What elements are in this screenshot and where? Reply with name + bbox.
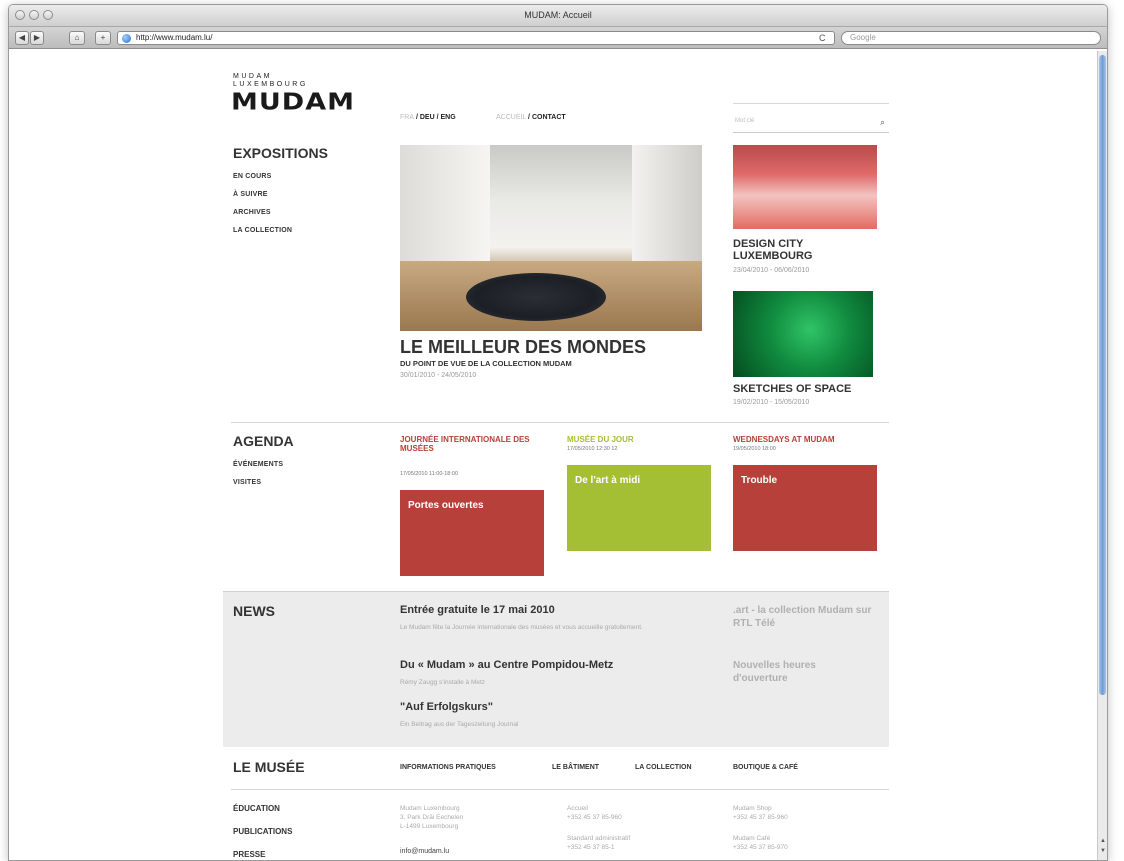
news-item-text: Ein Beitrag aus der Tageszeitung Journal: [400, 721, 519, 728]
standard-label: Standard administratif: [567, 835, 631, 842]
title-bar: MUDAM: Accueil: [9, 5, 1107, 27]
featured-title[interactable]: LE MEILLEUR DES MONDES: [400, 337, 646, 358]
news-side-link[interactable]: .art - la collection Mudam sur RTL Télé: [733, 604, 873, 630]
address-bar[interactable]: http://www.mudam.lu/: [117, 31, 835, 45]
page-content: MUDAM LUXEMBOURG MUDAM FRA / DEU / ENG A…: [9, 51, 1097, 860]
nav-evenements[interactable]: ÉVÉNEMENTS: [233, 461, 283, 468]
footer-divider: [231, 789, 889, 790]
nav-archives[interactable]: ARCHIVES: [233, 209, 271, 216]
presse-link[interactable]: PRESSE: [233, 850, 265, 859]
design-city-image[interactable]: [733, 145, 877, 229]
mudam-logo[interactable]: MUDAM: [231, 89, 355, 115]
lang-fra-link[interactable]: FRA: [400, 114, 414, 121]
featured-subtitle: DU POINT DE VUE DE LA COLLECTION MUDAM: [400, 359, 572, 368]
logo-text-mudam: MUDAM: [233, 73, 272, 80]
address-line: 3, Park Dräi Eechelen: [400, 814, 464, 821]
search-top-divider: [733, 103, 889, 104]
news-item-title[interactable]: "Auf Erfolgskurs": [400, 701, 493, 713]
top-nav: ACCUEIL / CONTACT: [496, 114, 566, 121]
browser-search-input[interactable]: Google: [841, 31, 1101, 45]
featured-dates: 30/01/2010 - 24/05/2010: [400, 372, 477, 379]
browser-toolbar: ◀ ▶ ⌂ + http://www.mudam.lu/ C Google: [9, 27, 1107, 49]
featured-image[interactable]: [400, 145, 702, 331]
home-button[interactable]: ⌂: [69, 31, 85, 45]
agenda-item-heading[interactable]: JOURNÉE INTERNATIONALE DES MUSÉES: [400, 435, 530, 453]
news-item-title[interactable]: Du « Mudam » au Centre Pompidou-Metz: [400, 659, 613, 671]
design-city-dates: 23/04/2010 - 06/06/2010: [733, 267, 810, 274]
section-divider: [231, 422, 889, 423]
accueil-phone: +352 45 37 85-960: [567, 814, 622, 821]
url-text: http://www.mudam.lu/: [136, 33, 213, 42]
globe-icon: [122, 34, 131, 43]
address-line: L-1499 Luxembourg: [400, 823, 459, 830]
news-item-text: Rémy Zaugg s'installe à Metz: [400, 679, 486, 686]
agenda-item-date: 17/05/2010 11:00-18:00: [400, 471, 459, 477]
contact-link[interactable]: CONTACT: [532, 114, 566, 121]
nav-a-suivre[interactable]: À SUIVRE: [233, 191, 268, 198]
shop-phone: +352 45 37 85-960: [733, 814, 788, 821]
forward-button[interactable]: ▶: [30, 31, 44, 45]
email-link[interactable]: info@mudam.lu: [400, 848, 449, 855]
search-icon[interactable]: ⌕: [880, 117, 885, 128]
sketches-of-space-image[interactable]: [733, 291, 873, 377]
address-line: Mudam Luxembourg: [400, 805, 460, 812]
scroll-down-icon[interactable]: ▼: [1099, 848, 1107, 856]
window-title: MUDAM: Accueil: [524, 10, 592, 20]
logo-text-luxembourg: LUXEMBOURG: [233, 81, 308, 88]
informations-pratiques-link[interactable]: INFORMATIONS PRATIQUES: [400, 764, 496, 771]
le-musee-title: LE MUSÉE: [233, 759, 305, 775]
nav-la-collection[interactable]: LA COLLECTION: [233, 227, 292, 234]
design-city-title[interactable]: DESIGN CITY LUXEMBOURG: [733, 238, 883, 262]
accueil-label: Accueil: [567, 805, 588, 812]
agenda-item-heading[interactable]: MUSÉE DU JOUR: [567, 435, 634, 444]
news-item-title[interactable]: Entrée gratuite le 17 mai 2010: [400, 604, 555, 616]
news-side-link[interactable]: Nouvelles heures d'ouverture: [733, 659, 873, 685]
agenda-title: AGENDA: [233, 433, 294, 449]
lang-eng-link[interactable]: ENG: [441, 114, 456, 121]
portes-ouvertes-card[interactable]: Portes ouvertes: [400, 490, 544, 576]
browser-search-placeholder: Google: [850, 33, 876, 42]
sketches-of-space-title[interactable]: SKETCHES OF SPACE: [733, 383, 851, 395]
lang-separator: /: [436, 114, 439, 121]
standard-phone: +352 45 37 85-1: [567, 844, 615, 851]
lang-deu-link[interactable]: DEU: [420, 114, 435, 121]
accueil-link[interactable]: ACCUEIL: [496, 114, 526, 121]
sketches-of-space-dates: 19/02/2010 - 15/05/2010: [733, 399, 810, 406]
agenda-item-date: 19/05/2010 18:00: [733, 446, 776, 452]
shop-label: Mudam Shop: [733, 805, 772, 812]
agenda-item-heading[interactable]: WEDNESDAYS AT MUDAM: [733, 435, 834, 444]
back-button[interactable]: ◀: [15, 31, 29, 45]
gallery-wall-left: [400, 145, 490, 265]
boutique-cafe-link[interactable]: BOUTIQUE & CAFÉ: [733, 764, 798, 771]
browser-window: MUDAM: Accueil ◀ ▶ ⌂ + http://www.mudam.…: [8, 4, 1108, 861]
nav-en-cours[interactable]: EN COURS: [233, 173, 272, 180]
education-link[interactable]: ÉDUCATION: [233, 804, 280, 813]
nav-separator: /: [528, 114, 530, 121]
nav-visites[interactable]: VISITES: [233, 479, 261, 486]
gallery-wall-right: [632, 145, 702, 265]
publications-link[interactable]: PUBLICATIONS: [233, 827, 292, 836]
language-switcher: FRA / DEU / ENG: [400, 114, 456, 121]
scroll-up-icon[interactable]: ▲: [1099, 838, 1107, 846]
lang-separator: /: [415, 114, 418, 121]
trouble-card[interactable]: Trouble: [733, 465, 877, 551]
site-search-placeholder: Mot clé: [735, 118, 755, 124]
gallery-installation: [466, 273, 606, 321]
news-title: NEWS: [233, 603, 275, 619]
expositions-title: EXPOSITIONS: [233, 145, 328, 161]
add-bookmark-button[interactable]: +: [95, 31, 111, 45]
agenda-item-date: 17/05/2010 12:30 12: [567, 446, 618, 452]
cafe-label: Mudam Café: [733, 835, 771, 842]
la-collection-link[interactable]: LA COLLECTION: [635, 764, 692, 771]
art-a-midi-card[interactable]: De l'art à midi: [567, 465, 711, 551]
reload-icon[interactable]: C: [819, 33, 826, 43]
vertical-scrollbar[interactable]: ▲ ▼: [1097, 51, 1107, 860]
le-batiment-link[interactable]: LE BÂTIMENT: [552, 764, 599, 771]
cafe-phone: +352 45 37 85-970: [733, 844, 788, 851]
news-item-text: Le Mudam fête la Journée internationale …: [400, 624, 643, 631]
scrollbar-thumb[interactable]: [1099, 55, 1106, 695]
site-search[interactable]: Mot clé ⌕: [733, 103, 889, 133]
